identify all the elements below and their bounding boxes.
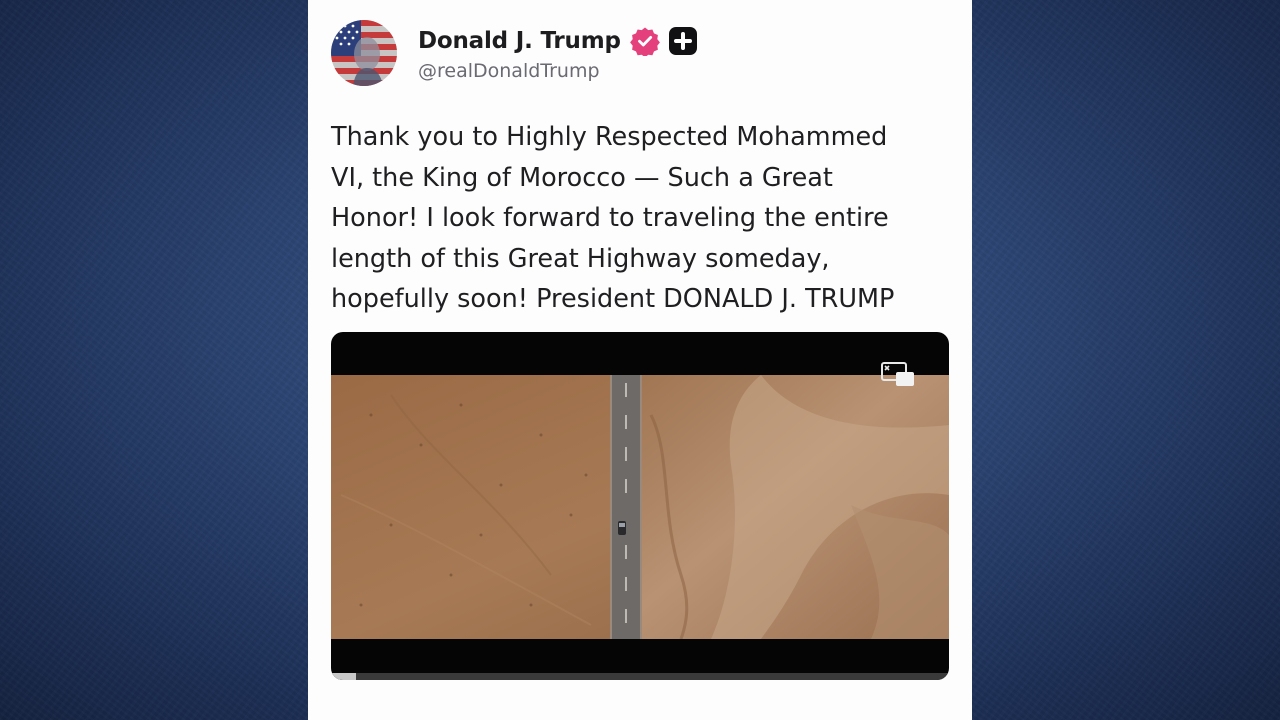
name-row: Donald J. Trump bbox=[418, 23, 698, 59]
author-display-name[interactable]: Donald J. Trump bbox=[418, 28, 621, 54]
post-text: Thank you to Highly Respected Mohammed V… bbox=[331, 122, 895, 314]
avatar[interactable] bbox=[331, 20, 397, 86]
post-card: Donald J. Trump @realDonaldTrump Thank y… bbox=[308, 0, 972, 720]
video-frame bbox=[331, 375, 949, 639]
author-names: Donald J. Trump @realDonaldTrump bbox=[418, 23, 698, 82]
picture-in-picture-icon[interactable] bbox=[880, 359, 916, 389]
video-player[interactable] bbox=[331, 332, 949, 680]
plus-badge-icon bbox=[668, 26, 698, 56]
avatar-image bbox=[331, 20, 397, 86]
video-progress-bar[interactable] bbox=[331, 673, 949, 680]
video-progress-fill bbox=[331, 673, 356, 680]
verified-badge-icon bbox=[629, 26, 660, 58]
post-header: Donald J. Trump @realDonaldTrump bbox=[331, 20, 698, 88]
author-handle[interactable]: @realDonaldTrump bbox=[418, 60, 698, 82]
